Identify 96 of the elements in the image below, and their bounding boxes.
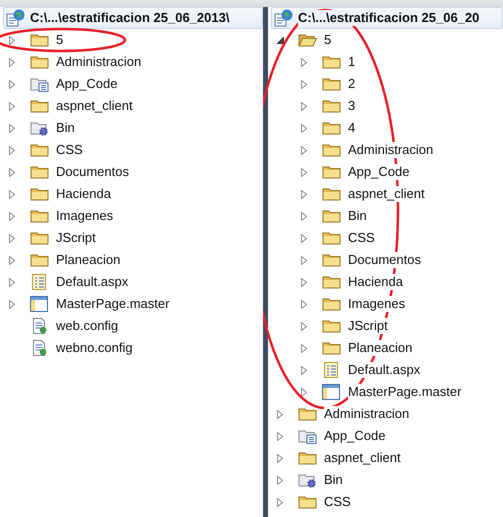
expand-arrow-icon[interactable]: [9, 190, 15, 198]
folder-icon: [298, 494, 317, 510]
expand-arrow-icon[interactable]: [9, 256, 15, 264]
folder-icon: [298, 406, 317, 422]
tree-item[interactable]: Default.aspx: [348, 362, 422, 378]
expand-arrow-icon[interactable]: [9, 58, 15, 66]
open-folder-icon: [298, 32, 317, 48]
folder-icon: [322, 340, 341, 356]
web-form-icon: [322, 362, 341, 378]
tree-item[interactable]: App_Code: [56, 76, 118, 92]
expand-arrow-icon[interactable]: [301, 124, 307, 132]
config-file-icon: [30, 318, 49, 334]
tree-item[interactable]: Documentos: [348, 252, 422, 268]
folder-icon: [30, 186, 49, 202]
expand-arrow-icon[interactable]: [301, 190, 307, 198]
folder-icon: [298, 450, 317, 466]
expand-arrow-icon[interactable]: [9, 168, 15, 176]
folder-icon: [30, 208, 49, 224]
expand-arrow-icon[interactable]: [301, 168, 307, 176]
folder-icon: [322, 186, 341, 202]
expand-arrow-icon[interactable]: [277, 432, 283, 440]
folder-icon: [322, 318, 341, 334]
folder-icon: [30, 252, 49, 268]
expand-arrow-icon[interactable]: [301, 300, 307, 308]
folder-icon: [322, 54, 341, 70]
expand-arrow-icon[interactable]: [277, 476, 283, 484]
tree-item[interactable]: MasterPage.master: [56, 296, 170, 312]
tree-item[interactable]: webno.config: [56, 340, 134, 356]
expand-arrow-icon[interactable]: [301, 256, 307, 264]
folder-icon: [30, 54, 49, 70]
folder-icon: [322, 164, 341, 180]
expand-arrow-icon[interactable]: [9, 300, 15, 308]
expand-arrow-icon[interactable]: [301, 234, 307, 242]
web-form-icon: [30, 274, 49, 290]
expand-arrow-icon[interactable]: [301, 212, 307, 220]
folder-icon: [322, 76, 341, 92]
window-page-icon: [30, 296, 49, 312]
folder-icon: [30, 142, 49, 158]
expand-arrow-icon[interactable]: [277, 410, 283, 418]
window-page-icon: [322, 384, 341, 400]
folder-icon: [322, 274, 341, 290]
expand-arrow-icon[interactable]: [301, 344, 307, 352]
tree-item[interactable]: MasterPage.master: [348, 384, 462, 400]
expand-arrow-icon[interactable]: [9, 36, 15, 44]
expand-arrow-icon[interactable]: [277, 498, 283, 506]
expand-arrow-icon[interactable]: [9, 278, 15, 286]
expand-arrow-icon[interactable]: [9, 234, 15, 242]
expand-arrow-icon[interactable]: [301, 102, 307, 110]
expand-arrow-icon[interactable]: [301, 58, 307, 66]
folder-icon: [322, 98, 341, 114]
expand-arrow-icon[interactable]: [301, 322, 307, 330]
expand-arrow-icon[interactable]: [9, 124, 15, 132]
expand-arrow-icon[interactable]: [277, 454, 283, 462]
tree-item[interactable]: aspnet_client: [324, 450, 402, 466]
folder-icon: [322, 142, 341, 158]
folder-document-icon: [30, 76, 49, 92]
project-name[interactable]: C:\...\estratificacion 25_06_2013\: [30, 10, 230, 26]
expand-arrow-icon[interactable]: [301, 388, 307, 396]
tree-item[interactable]: App_Code: [348, 164, 410, 180]
expand-arrow-icon[interactable]: [9, 146, 15, 154]
web-project-icon: [6, 9, 26, 27]
folder-icon: [30, 230, 49, 246]
folder-icon: [322, 120, 341, 136]
tree-item[interactable]: App_Code: [324, 428, 386, 444]
folder-icon: [30, 32, 49, 48]
expand-arrow-icon[interactable]: [301, 278, 307, 286]
tree-item[interactable]: Imagenes: [56, 208, 114, 224]
tree-item[interactable]: Imagenes: [348, 296, 406, 312]
folder-document-icon: [298, 428, 317, 444]
expand-arrow-icon[interactable]: [301, 366, 307, 374]
tree-item[interactable]: Default.aspx: [56, 274, 130, 290]
folder-gear-icon: [30, 120, 49, 136]
tree-item[interactable]: Planeacion: [348, 340, 414, 356]
expand-arrow-icon[interactable]: [301, 146, 307, 154]
tree-item[interactable]: Hacienda: [348, 274, 404, 290]
tree-item[interactable]: web.config: [56, 318, 120, 334]
folder-icon: [30, 164, 49, 180]
web-project-icon: [274, 9, 294, 27]
folder-icon: [322, 296, 341, 312]
folder-gear-icon: [298, 472, 317, 488]
folder-icon: [322, 208, 341, 224]
tree-item[interactable]: Administracion: [348, 142, 434, 158]
expand-arrow-icon[interactable]: [9, 212, 15, 220]
folder-icon: [322, 230, 341, 246]
config-file-icon: [30, 340, 49, 356]
tree-item[interactable]: aspnet_client: [348, 186, 426, 202]
expand-arrow-icon[interactable]: [301, 80, 307, 88]
tree-item[interactable]: JScript: [56, 230, 97, 246]
expand-arrow-icon[interactable]: [9, 102, 15, 110]
tree-item[interactable]: aspnet_client: [56, 98, 134, 114]
tree-item[interactable]: JScript: [348, 318, 389, 334]
project-name[interactable]: C:\...\estratificacion 25_06_20: [298, 10, 480, 26]
expand-arrow-icon[interactable]: [9, 80, 15, 88]
folder-icon: [30, 98, 49, 114]
collapse-arrow-icon[interactable]: [276, 36, 284, 44]
folder-icon: [322, 252, 341, 268]
